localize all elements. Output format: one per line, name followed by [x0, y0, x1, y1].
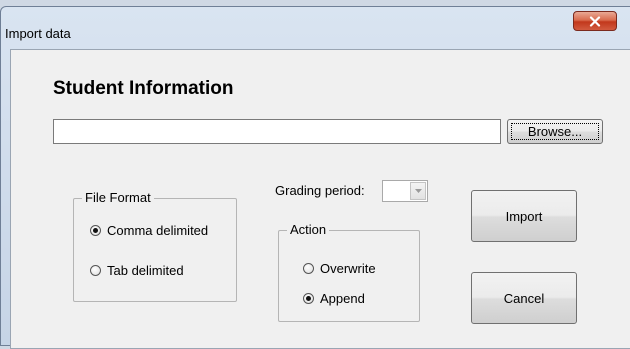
radio-overwrite[interactable]: Overwrite — [303, 261, 376, 276]
radio-comma-delimited[interactable]: Comma delimited — [90, 223, 208, 238]
radio-label: Overwrite — [320, 261, 376, 276]
radio-unchecked-icon — [303, 263, 314, 274]
close-icon — [589, 15, 601, 27]
import-button-label: Import — [505, 208, 543, 224]
radio-label: Append — [320, 291, 365, 306]
action-group: Action Overwrite Append — [278, 222, 420, 322]
close-button[interactable] — [573, 11, 617, 31]
action-legend: Action — [287, 222, 330, 237]
grading-period-label: Grading period: — [275, 183, 365, 198]
radio-checked-icon — [303, 293, 314, 304]
radio-label: Tab delimited — [107, 263, 184, 278]
form-heading: Student Information — [53, 78, 234, 99]
import-button[interactable]: Import — [471, 190, 577, 242]
dropdown-button[interactable] — [410, 182, 426, 200]
cancel-button-label: Cancel — [503, 290, 545, 306]
radio-checked-icon — [90, 225, 101, 236]
radio-append[interactable]: Append — [303, 291, 365, 306]
radio-unchecked-icon — [90, 265, 101, 276]
file-path-input[interactable] — [53, 119, 501, 144]
focus-rectangle — [511, 123, 599, 140]
radio-label: Comma delimited — [107, 223, 209, 238]
chevron-down-icon — [414, 189, 422, 193]
cancel-button[interactable]: Cancel — [471, 272, 577, 324]
title-bar[interactable]: Import data — [1, 7, 630, 53]
browse-button[interactable]: Browse... — [507, 119, 603, 144]
dialog-body: Student Information Browse... File Forma… — [10, 49, 630, 349]
dialog-window: Import data Student Information Browse..… — [0, 6, 630, 349]
file-format-group: File Format Comma delimited Tab delimite… — [73, 190, 237, 302]
radio-tab-delimited[interactable]: Tab delimited — [90, 263, 184, 278]
file-format-legend: File Format — [82, 190, 154, 205]
grading-period-select[interactable] — [382, 180, 428, 202]
window-title: Import data — [5, 26, 71, 41]
